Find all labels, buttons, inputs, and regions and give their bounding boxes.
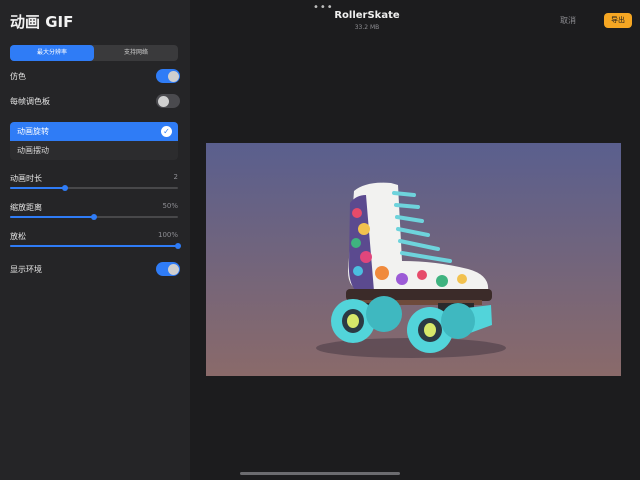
roller-skate-icon	[316, 182, 506, 358]
slider-thumb[interactable]	[91, 214, 97, 220]
toggle-knob	[167, 263, 179, 275]
ease-value: 100%	[157, 231, 178, 239]
environment-toggle[interactable]	[156, 262, 180, 276]
zoom-label: 缩放距离	[10, 203, 42, 212]
ease-slider-header: 放松 100%	[10, 231, 178, 242]
environment-row: 显示环境	[10, 260, 180, 278]
environment-label: 显示环境	[10, 264, 42, 274]
palette-toggle[interactable]	[156, 94, 180, 108]
slider-fill	[10, 245, 178, 247]
toggle-knob	[167, 70, 179, 82]
resolution-segmented-control[interactable]: 最大分辨率 支持网络	[10, 45, 178, 61]
dither-toggle[interactable]	[156, 69, 180, 83]
zoom-slider-header: 缩放距离 50%	[10, 202, 178, 213]
home-indicator	[240, 472, 400, 475]
slider-thumb[interactable]	[62, 185, 69, 191]
mode-rotate-label: 动画旋转	[17, 127, 49, 136]
slider-thumb[interactable]	[175, 243, 181, 249]
dither-label: 仿色	[10, 71, 26, 81]
palette-row: 每帧调色板	[10, 92, 180, 110]
segment-max-resolution[interactable]: 最大分辨率	[10, 45, 94, 61]
ease-slider[interactable]	[10, 243, 181, 249]
mode-swing-label: 动画摆动	[17, 146, 49, 155]
slider-fill	[10, 216, 94, 218]
segment-web-ready[interactable]: 支持网络	[94, 45, 178, 61]
panel-title: 动画 GIF	[10, 13, 74, 31]
duration-label: 动画时长	[10, 174, 42, 183]
mode-rotate[interactable]: 动画旋转 ✓	[10, 122, 178, 141]
document-title: RollerSkate	[334, 10, 400, 21]
zoom-slider[interactable]	[10, 214, 178, 220]
document-size: 33.2 MB	[354, 24, 380, 31]
gif-preview-canvas[interactable]	[206, 143, 621, 376]
zoom-value: 50%	[162, 202, 178, 210]
export-sidebar: 动画 GIF 最大分辨率 支持网络 仿色 每帧调色板 动画旋转 ✓ 动画摆动 动…	[0, 0, 190, 480]
toggle-knob	[157, 95, 169, 107]
checkmark-icon: ✓	[161, 126, 172, 137]
dither-row: 仿色	[10, 67, 180, 85]
duration-slider-header: 动画时长 2	[10, 173, 178, 184]
export-button[interactable]: 导出	[604, 13, 632, 28]
duration-slider[interactable]	[10, 185, 178, 191]
ease-label: 放松	[10, 232, 26, 241]
palette-label: 每帧调色板	[10, 96, 50, 106]
mode-swing[interactable]: 动画摆动	[10, 141, 178, 160]
duration-value: 2	[173, 173, 178, 181]
cancel-button[interactable]: 取消	[560, 15, 576, 26]
slider-fill	[10, 187, 66, 189]
